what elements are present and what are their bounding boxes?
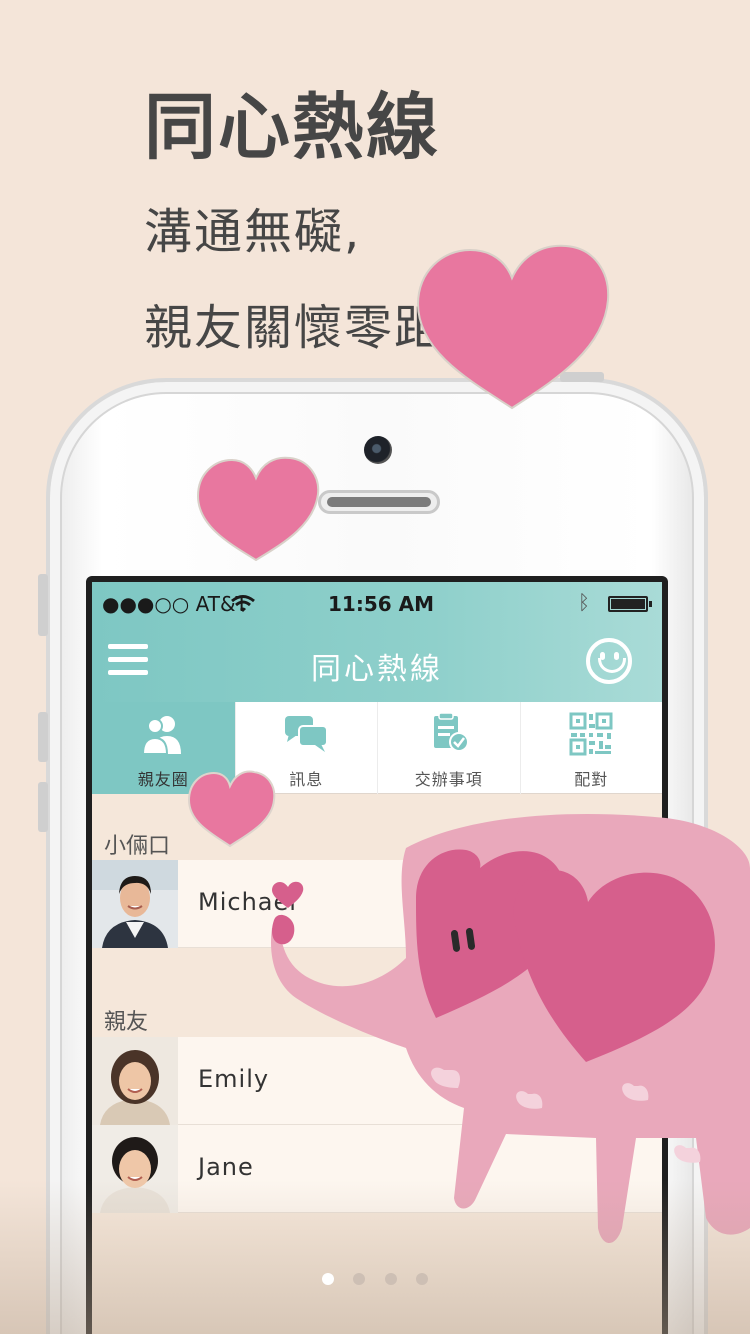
people-icon: [142, 716, 182, 755]
app-title: 同心熱線: [311, 652, 443, 687]
qr-code-icon: [569, 712, 613, 756]
earpiece-speaker: [318, 490, 440, 514]
app-header: ●●●○○ AT&T 11:56 AM ᛒ 同心熱線: [92, 582, 662, 702]
page-dot-2[interactable]: [353, 1273, 366, 1285]
tiny-heart-decoration: [272, 881, 304, 908]
avatar: [92, 1037, 178, 1125]
tab-tasks[interactable]: 交辦事項: [377, 702, 520, 794]
avatar: [92, 860, 178, 948]
battery-icon: [608, 596, 652, 612]
smiley-face-icon[interactable]: [586, 638, 632, 684]
chat-bubbles-icon: [285, 716, 329, 752]
tab-label: 配對: [574, 770, 609, 789]
page-indicator[interactable]: [0, 1270, 750, 1300]
wifi-icon: [231, 595, 255, 612]
task-document-icon: [433, 712, 469, 752]
medium-heart-decoration: [196, 456, 320, 562]
promo-headline: 同心熱線: [144, 85, 441, 169]
section-label-friends: 親友: [104, 1010, 149, 1035]
volume-down-button: [38, 782, 48, 832]
avatar: [92, 1125, 178, 1213]
page-dot-3[interactable]: [384, 1273, 397, 1285]
front-camera: [364, 436, 392, 464]
page-dot-1[interactable]: [322, 1273, 335, 1285]
small-heart-decoration: [187, 770, 276, 848]
status-bar: ●●●○○ AT&T 11:56 AM ᛒ: [92, 582, 662, 622]
contact-name: Jane: [198, 1153, 254, 1181]
contact-name: Emily: [198, 1065, 270, 1093]
tab-pairing[interactable]: 配對: [519, 702, 663, 794]
volume-up-button: [38, 712, 48, 762]
status-time: 11:56 AM: [328, 592, 435, 616]
bluetooth-icon: ᛒ: [578, 590, 590, 614]
promo-subline-1: 溝通無礙,: [144, 204, 362, 260]
tab-label: 交辦事項: [414, 770, 483, 789]
carrier-label: ●●●○○ AT&T: [102, 592, 248, 616]
tab-bar: 親友圈 訊息 交辦事項 配對: [92, 702, 662, 794]
section-label-couple: 小倆口: [104, 834, 171, 859]
large-heart-decoration: [416, 244, 610, 410]
page-dot-4[interactable]: [415, 1273, 428, 1285]
mute-switch: [38, 574, 48, 636]
pink-elephant-mascot: [271, 813, 750, 1243]
